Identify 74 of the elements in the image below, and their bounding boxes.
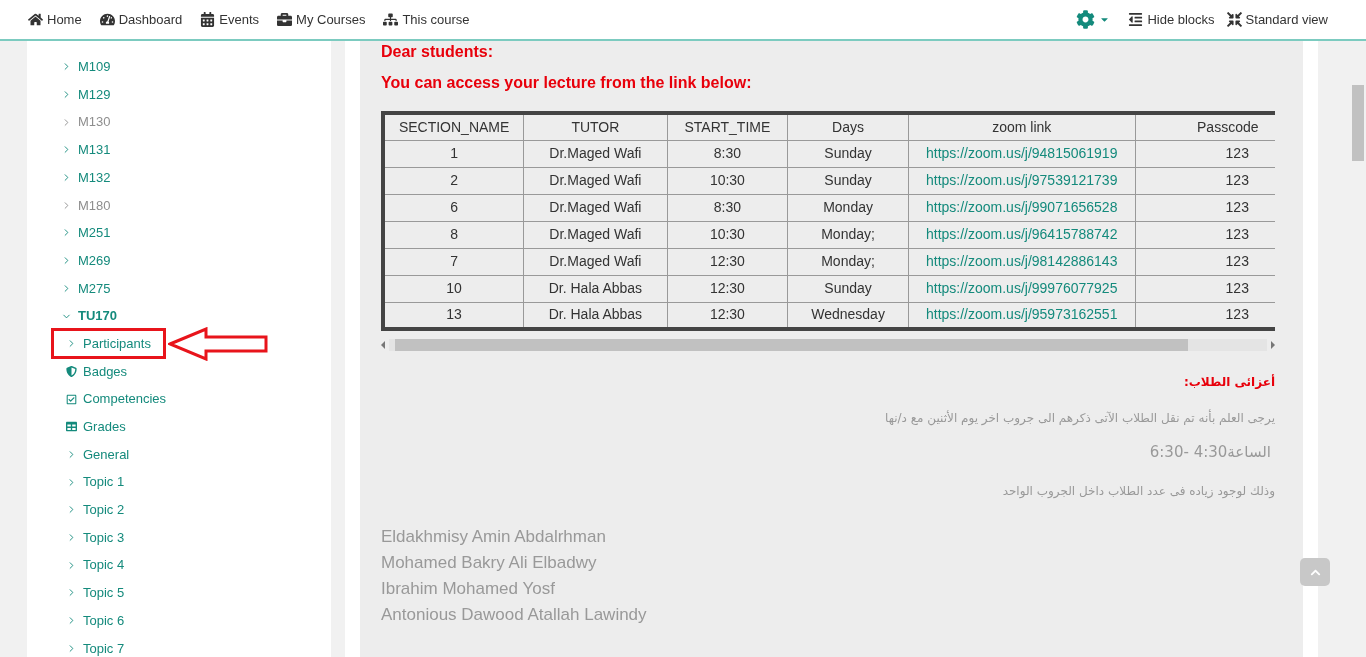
table-cell: 12:30 xyxy=(667,248,788,275)
nav-link[interactable]: Standard view xyxy=(1226,9,1328,30)
table-cell: Dr.Maged Wafi xyxy=(523,194,668,221)
table-cell: Dr.Maged Wafi xyxy=(523,221,668,248)
calendar-icon xyxy=(200,12,216,27)
settings-icon xyxy=(1076,10,1096,29)
column-header: TUTOR xyxy=(523,113,668,140)
back-to-top-button[interactable] xyxy=(1300,558,1330,586)
nav-link[interactable]: Home xyxy=(28,9,82,30)
student-name: Ibrahim Mohamed Yosf xyxy=(381,577,556,600)
course-link[interactable]: M129 xyxy=(61,80,331,109)
course-link[interactable]: M130 xyxy=(61,108,331,137)
table-cell: 7 xyxy=(383,248,524,275)
column-header: Days xyxy=(787,113,909,140)
shield-icon xyxy=(66,365,77,377)
column-header: zoom link xyxy=(908,113,1136,140)
table-cell: Monday; xyxy=(787,221,909,248)
table-cell: 12:30 xyxy=(667,275,788,302)
arabic-notice: الساعة4:30 -6:30 xyxy=(1148,442,1272,463)
gauge-icon xyxy=(99,12,115,27)
table-cell: 10:30 xyxy=(667,167,788,194)
arrow-annotation-icon xyxy=(167,326,270,361)
shrink-icon xyxy=(1226,12,1242,27)
home-icon xyxy=(28,12,43,27)
course-nav-link[interactable]: Participants xyxy=(51,327,166,360)
lecture-heading: You can access your lecture from the link below: xyxy=(381,73,753,93)
settings-menu-button[interactable] xyxy=(1076,10,1111,29)
table-cell: Dr. Hala Abbas xyxy=(523,275,668,302)
checkbox-icon xyxy=(66,393,77,405)
course-link[interactable]: TU170 xyxy=(61,302,331,330)
table-cell: Dr.Maged Wafi xyxy=(523,140,668,167)
course-link[interactable]: M109 xyxy=(61,53,331,81)
course-link[interactable]: M180 xyxy=(61,191,331,220)
nav-link[interactable]: Dashboard xyxy=(99,9,183,30)
student-name: Mohamed Bakry Ali Elbadwy xyxy=(381,551,598,574)
table-cell: Sunday xyxy=(787,167,909,194)
table-icon xyxy=(66,421,77,433)
chevron-icon xyxy=(66,504,77,516)
table-cell: Dr.Maged Wafi xyxy=(523,248,668,275)
nav-link[interactable]: Hide blocks xyxy=(1128,9,1215,30)
student-name: Antonious Dawood Atallah Lawindy xyxy=(381,603,648,626)
arabic-notice: وذلك لوجود زياده فى عدد الطلاب داخل الجروب الواحد xyxy=(1001,482,1275,500)
scroll-left-icon xyxy=(381,341,385,349)
table-cell: 8:30 xyxy=(667,194,788,221)
course-link[interactable]: M132 xyxy=(61,163,331,192)
table-cell: 6 xyxy=(383,194,524,221)
course-link[interactable]: M269 xyxy=(61,246,331,275)
table-cell: 8:30 xyxy=(667,140,788,167)
student-name: Eldakhmisy Amin Abdalrhman xyxy=(381,525,607,548)
table-cell: Sunday xyxy=(787,140,909,167)
sitemap-icon xyxy=(383,12,399,27)
scroll-right-icon xyxy=(1271,341,1275,349)
column-header: SECTION_NAME xyxy=(383,113,524,140)
nav-link[interactable]: Events xyxy=(200,9,260,30)
table-cell: 2 xyxy=(383,167,524,194)
table-cell: Monday xyxy=(787,194,909,221)
table-cell: 10:30 xyxy=(667,221,788,248)
course-link[interactable]: M275 xyxy=(61,274,331,303)
course-link[interactable]: M251 xyxy=(61,219,331,247)
outdent-icon xyxy=(1128,12,1144,27)
course-link[interactable]: M131 xyxy=(61,136,331,164)
arabic-notice: يرجى العلم بأنه تم نقل الطلاب الآتى ذكرهم الى جروب اخر يوم الأثنين مع د/نها xyxy=(884,409,1275,427)
table-cell: 10 xyxy=(383,275,524,302)
nav-link[interactable]: This course xyxy=(383,9,470,30)
table-cell: Dr.Maged Wafi xyxy=(523,167,668,194)
nav-link[interactable]: My Courses xyxy=(277,9,366,30)
table-cell: Monday; xyxy=(787,248,909,275)
greeting-text: Dear students: xyxy=(381,43,495,61)
column-header: START_TIME xyxy=(667,113,788,140)
arabic-heading: أعزائى الطلاب: xyxy=(1183,373,1275,391)
table-cell: Sunday xyxy=(787,275,909,302)
briefcase-icon xyxy=(277,12,293,27)
table-cell: 1 xyxy=(383,140,524,167)
table-cell: 8 xyxy=(383,221,524,248)
